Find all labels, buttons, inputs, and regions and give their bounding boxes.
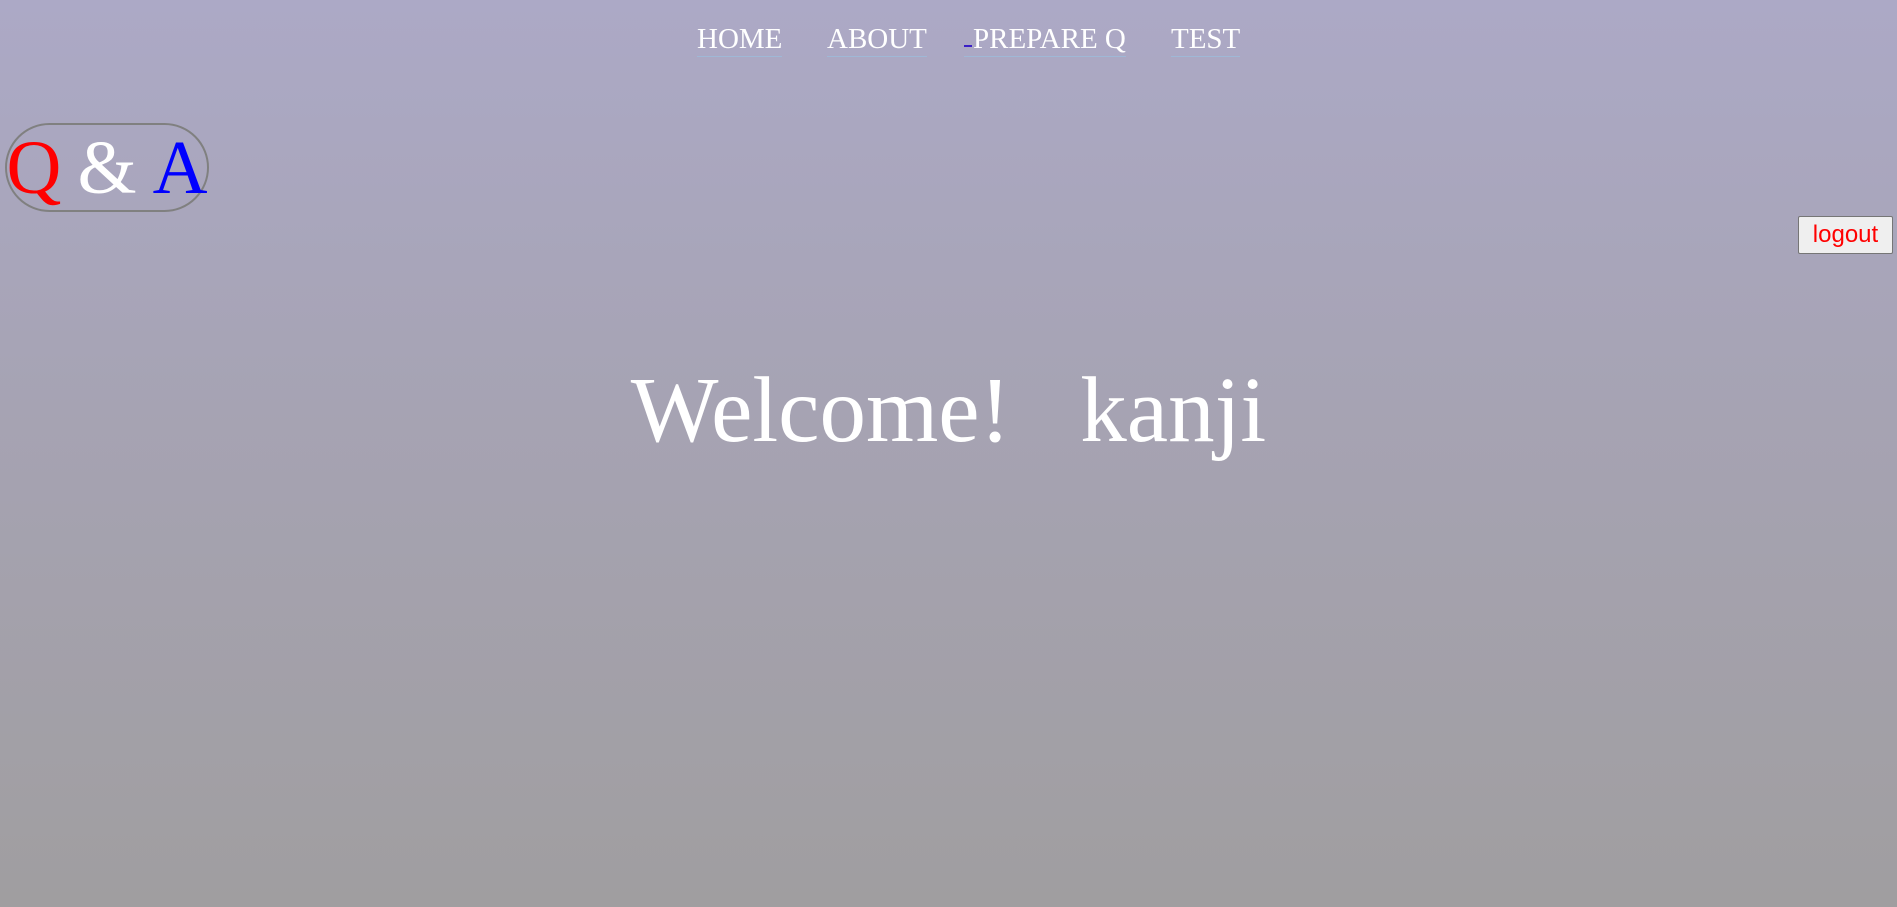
welcome-username: kanji xyxy=(1080,359,1267,462)
logo-ampersand: & xyxy=(77,125,137,210)
welcome-heading: Welcome! kanji xyxy=(0,356,1897,466)
link-underline-mark xyxy=(964,45,972,47)
nav-prepare-q-label: PREPARE Q xyxy=(973,23,1126,55)
nav-about-link[interactable]: ABOUT xyxy=(827,22,927,57)
qa-logo: Q & A xyxy=(5,123,209,212)
logo-a: A xyxy=(152,125,208,210)
logout-button[interactable]: logout xyxy=(1798,216,1893,254)
main-nav: HOME ABOUT PREPARE Q TEST xyxy=(0,22,1897,62)
nav-test-link[interactable]: TEST xyxy=(1171,22,1241,57)
nav-home-link[interactable]: HOME xyxy=(697,22,783,57)
welcome-greeting: Welcome! xyxy=(630,359,1011,462)
nav-prepare-q-link[interactable]: PREPARE Q xyxy=(964,22,1126,57)
logo-q: Q xyxy=(6,125,62,210)
